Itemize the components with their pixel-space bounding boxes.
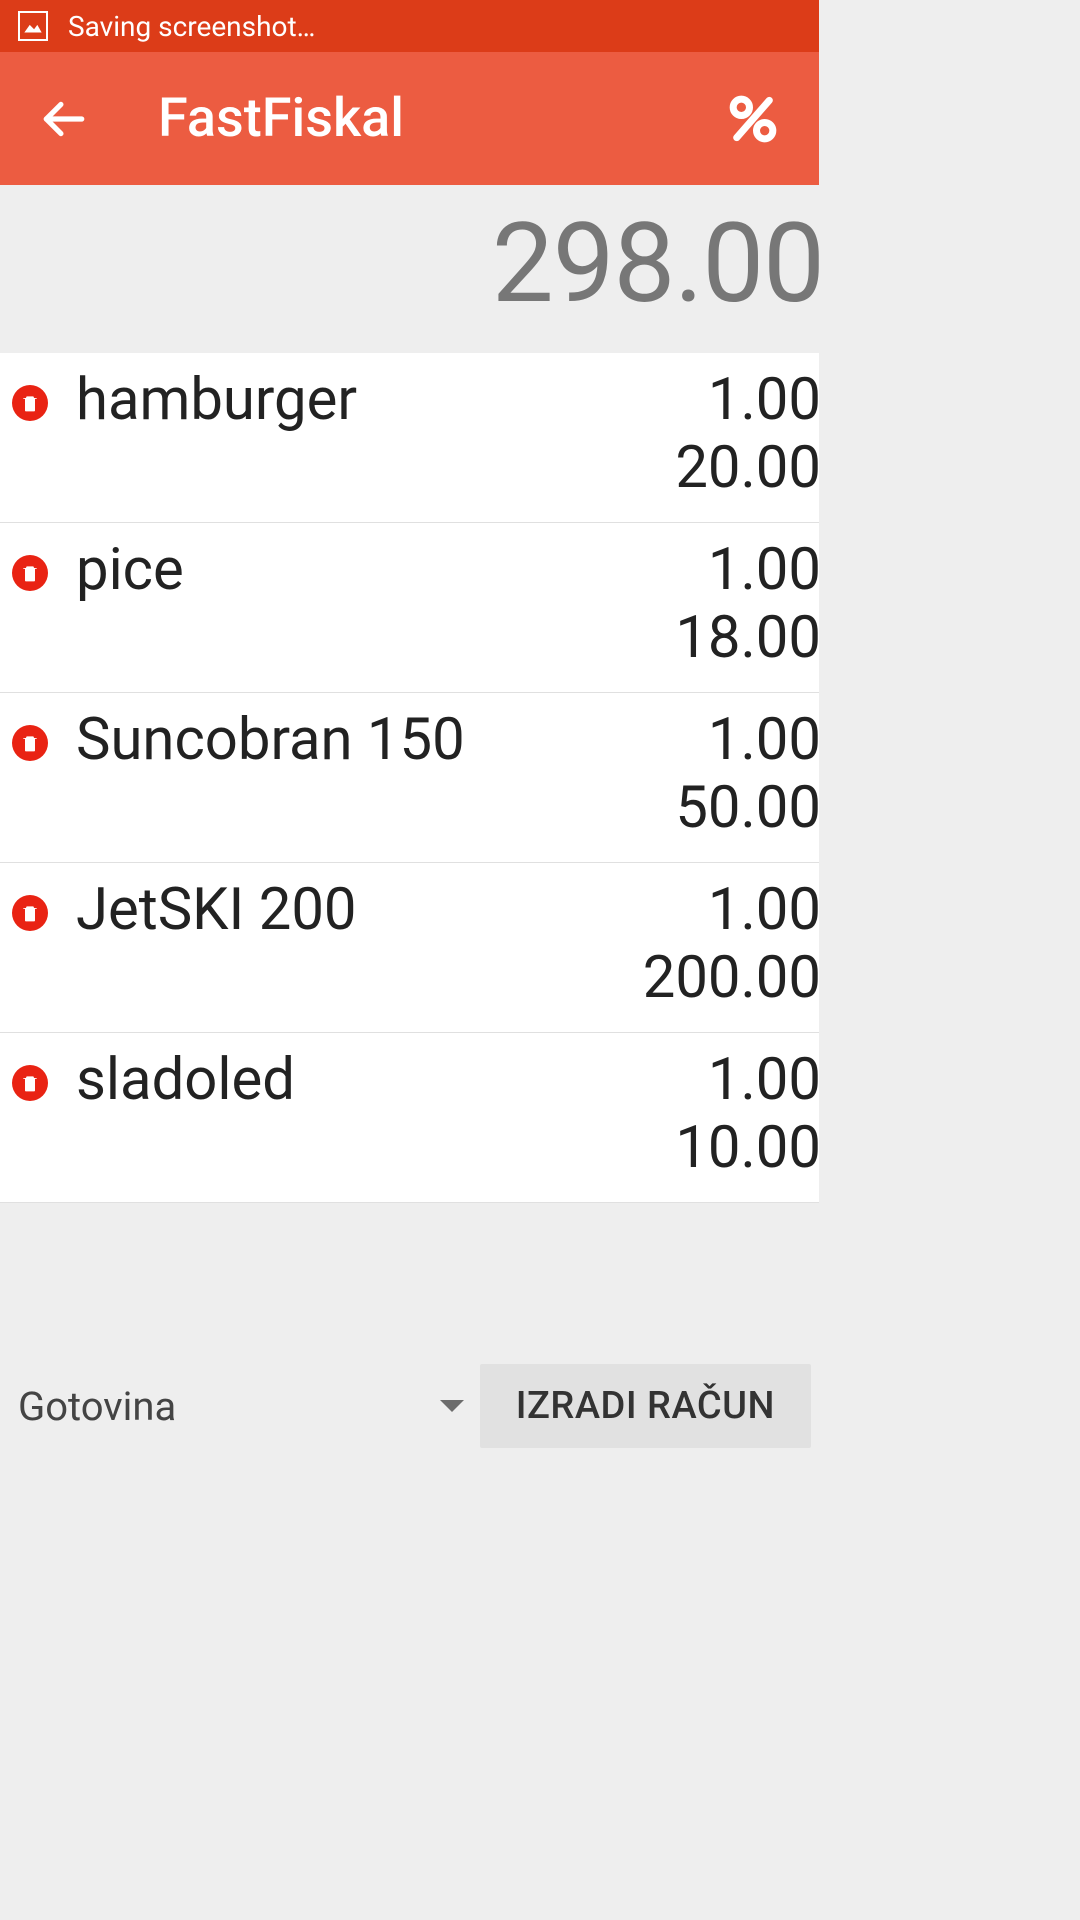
item-name: pice <box>76 539 675 603</box>
item-values: 1.00 18.00 <box>675 539 821 672</box>
status-text: Saving screenshot… <box>68 10 315 43</box>
items-list: hamburger 1.00 20.00 pice 1.00 18.00 Sun… <box>0 353 819 1203</box>
item-price: 18.00 <box>675 605 821 672</box>
item-price: 20.00 <box>675 435 821 502</box>
item-qty: 1.00 <box>675 369 821 433</box>
payment-method-label: Gotovina <box>18 1383 440 1430</box>
total-display: 298.00 <box>0 185 819 353</box>
image-icon <box>18 11 48 41</box>
item-qty: 1.00 <box>675 1049 821 1113</box>
item-qty: 1.00 <box>675 539 821 603</box>
status-bar: Saving screenshot… <box>0 0 819 52</box>
total-amount: 298.00 <box>0 209 819 319</box>
list-item[interactable]: Suncobran 150 1.00 50.00 <box>0 693 819 863</box>
item-values: 1.00 20.00 <box>675 369 821 502</box>
item-name: Suncobran 150 <box>76 709 675 773</box>
delete-icon[interactable] <box>12 385 48 421</box>
percent-icon[interactable] <box>725 91 781 147</box>
item-price: 50.00 <box>675 775 821 842</box>
item-qty: 1.00 <box>643 879 821 943</box>
item-name: sladoled <box>76 1049 675 1113</box>
delete-icon[interactable] <box>12 1065 48 1101</box>
item-price: 10.00 <box>675 1115 821 1182</box>
item-values: 1.00 50.00 <box>675 709 821 842</box>
delete-icon[interactable] <box>12 725 48 761</box>
list-item[interactable]: pice 1.00 18.00 <box>0 523 819 693</box>
item-values: 1.00 200.00 <box>643 879 821 1012</box>
app-title: FastFiskal <box>158 87 725 150</box>
item-name: JetSKI 200 <box>76 879 643 943</box>
list-item[interactable]: sladoled 1.00 10.00 <box>0 1033 819 1203</box>
back-button[interactable] <box>38 94 88 144</box>
list-item[interactable]: JetSKI 200 1.00 200.00 <box>0 863 819 1033</box>
item-values: 1.00 10.00 <box>675 1049 821 1182</box>
item-name: hamburger <box>76 369 675 433</box>
payment-method-select[interactable]: Gotovina <box>18 1383 480 1430</box>
item-qty: 1.00 <box>675 709 821 773</box>
app-bar: FastFiskal <box>0 52 819 185</box>
delete-icon[interactable] <box>12 895 48 931</box>
list-item[interactable]: hamburger 1.00 20.00 <box>0 353 819 523</box>
bottom-bar: Gotovina IZRADI RAČUN <box>0 1362 819 1452</box>
create-invoice-button[interactable]: IZRADI RAČUN <box>480 1364 811 1448</box>
delete-icon[interactable] <box>12 555 48 591</box>
item-price: 200.00 <box>643 945 821 1012</box>
dropdown-caret-icon <box>440 1400 464 1412</box>
